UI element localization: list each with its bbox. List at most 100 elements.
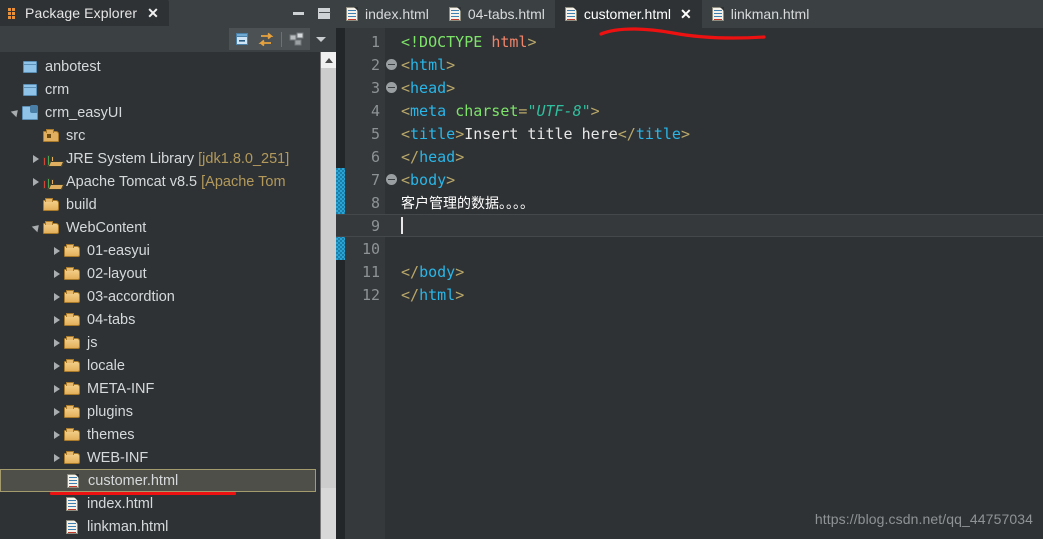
html-file-icon bbox=[64, 496, 82, 512]
package-explorer-titlebar: Package Explorer ✕ bbox=[0, 0, 336, 26]
tree-item[interactable]: anbotest bbox=[0, 55, 320, 78]
line-number: 7 bbox=[370, 170, 380, 189]
code-line[interactable]: 5 <title>Insert title here</title> bbox=[336, 122, 1043, 145]
code-editor[interactable]: 1 <!DOCTYPE html> 2 <html> 3 <head> 4 <meta cha… bbox=[336, 28, 1043, 539]
code-line[interactable]: 3 <head> bbox=[336, 76, 1043, 99]
editor-tab[interactable]: index.html bbox=[336, 0, 439, 28]
close-icon[interactable]: ✕ bbox=[680, 6, 692, 23]
code-line[interactable]: 2 <html> bbox=[336, 53, 1043, 76]
tree-item-label: src bbox=[66, 127, 86, 144]
tree-item[interactable]: index.html bbox=[0, 492, 320, 515]
close-icon[interactable]: ✕ bbox=[147, 6, 159, 20]
tree-item-label: 04-tabs bbox=[87, 311, 136, 328]
expand-arrow-closed-icon[interactable] bbox=[50, 339, 64, 347]
code-text: <!DOCTYPE html> bbox=[401, 32, 537, 51]
folder-icon bbox=[64, 243, 82, 259]
code-line[interactable]: 1 <!DOCTYPE html> bbox=[336, 30, 1043, 53]
expand-arrow-closed-icon[interactable] bbox=[50, 362, 64, 370]
tree-item[interactable]: 03-accordtion bbox=[0, 285, 320, 308]
tree-item[interactable]: build bbox=[0, 193, 320, 216]
code-line[interactable]: 12 </html> bbox=[336, 283, 1043, 306]
code-text: </head> bbox=[401, 147, 465, 166]
tree-item[interactable]: Apache Tomcat v8.5 [Apache Tom bbox=[0, 170, 320, 193]
package-explorer-body: anbotest crm crm_easyUIsrc JRE System Libra… bbox=[0, 52, 337, 539]
expand-arrow-closed-icon[interactable] bbox=[50, 316, 64, 324]
tree-item[interactable]: 02-layout bbox=[0, 262, 320, 285]
code-lines[interactable]: 1 <!DOCTYPE html> 2 <html> 3 <head> 4 <meta cha… bbox=[336, 28, 1043, 306]
tree-item-label: WebContent bbox=[66, 219, 147, 236]
java-project-icon bbox=[22, 104, 40, 121]
code-text: <title>Insert title here</title> bbox=[401, 124, 690, 143]
fold-collapse-icon[interactable] bbox=[385, 82, 397, 93]
editor-area: index.html 04-tabs.html customer.html ✕ link… bbox=[336, 0, 1043, 539]
view-window-controls bbox=[293, 0, 331, 26]
tree-item-label: Apache Tomcat v8.5 [Apache Tom bbox=[66, 173, 286, 190]
expand-arrow-closed-icon[interactable] bbox=[50, 385, 64, 393]
line-number: 2 bbox=[370, 55, 380, 74]
tree-item[interactable]: src bbox=[0, 124, 320, 147]
tree-item-label: 01-easyui bbox=[87, 242, 150, 259]
fold-collapse-icon[interactable] bbox=[385, 174, 397, 185]
package-explorer-tab[interactable]: Package Explorer ✕ bbox=[0, 0, 169, 26]
code-text: <body> bbox=[401, 170, 456, 189]
tree-item[interactable]: themes bbox=[0, 423, 320, 446]
code-line[interactable]: 8 客户管理的数据。。。。 bbox=[336, 191, 1043, 214]
code-line[interactable]: 9 bbox=[336, 214, 1043, 237]
expand-arrow-closed-icon[interactable] bbox=[50, 293, 64, 301]
minimize-icon[interactable] bbox=[293, 11, 304, 15]
expand-arrow-open-icon[interactable] bbox=[8, 110, 22, 116]
scroll-up-arrow-icon[interactable] bbox=[321, 52, 336, 68]
code-line[interactable]: 4 <meta charset="UTF-8"> bbox=[336, 99, 1043, 122]
editor-tab[interactable]: linkman.html bbox=[702, 0, 820, 28]
chevron-down-icon[interactable] bbox=[310, 28, 332, 50]
editor-tab-active[interactable]: customer.html ✕ bbox=[554, 0, 702, 28]
project-tree[interactable]: anbotest crm crm_easyUIsrc JRE System Libra… bbox=[0, 52, 320, 539]
tree-item[interactable]: 04-tabs bbox=[0, 308, 320, 331]
html-file-icon bbox=[346, 6, 360, 22]
maximize-icon[interactable] bbox=[318, 7, 331, 19]
eclipse-ide-window: Package Explorer ✕ anbotest crm crm_easy… bbox=[0, 0, 1043, 539]
expand-arrow-closed-icon[interactable] bbox=[50, 454, 64, 462]
tree-item[interactable]: locale bbox=[0, 354, 320, 377]
tree-item-label: index.html bbox=[87, 495, 154, 512]
tree-item[interactable]: js bbox=[0, 331, 320, 354]
link-with-editor-icon[interactable] bbox=[254, 28, 278, 50]
tree-item-label: customer.html bbox=[88, 472, 179, 489]
tree-item[interactable]: crm_easyUI bbox=[0, 101, 320, 124]
tree-vertical-scrollbar[interactable] bbox=[320, 52, 337, 539]
tree-item[interactable]: 01-easyui bbox=[0, 239, 320, 262]
library-icon bbox=[43, 174, 61, 190]
package-explorer-toolbar bbox=[0, 26, 336, 52]
code-line[interactable]: 11 </body> bbox=[336, 260, 1043, 283]
code-line[interactable]: 7 <body> bbox=[336, 168, 1043, 191]
project-closed-icon bbox=[22, 82, 40, 98]
editor-tab[interactable]: 04-tabs.html bbox=[439, 0, 555, 28]
code-line[interactable]: 6 </head> bbox=[336, 145, 1043, 168]
tree-item[interactable]: WEB-INF bbox=[0, 446, 320, 469]
tree-item-label: JRE System Library [jdk1.8.0_251] bbox=[66, 150, 290, 167]
expand-arrow-closed-icon[interactable] bbox=[29, 155, 43, 163]
scrollbar-thumb[interactable] bbox=[321, 68, 337, 488]
tree-item[interactable]: JRE System Library [jdk1.8.0_251] bbox=[0, 147, 320, 170]
text-cursor bbox=[401, 216, 403, 234]
code-text: <html> bbox=[401, 55, 456, 74]
expand-arrow-closed-icon[interactable] bbox=[50, 408, 64, 416]
line-number: 12 bbox=[361, 285, 380, 304]
tree-item[interactable]: WebContent bbox=[0, 216, 320, 239]
tree-item-selected[interactable]: customer.html bbox=[0, 469, 316, 492]
tree-item[interactable]: crm bbox=[0, 78, 320, 101]
tree-item[interactable]: plugins bbox=[0, 400, 320, 423]
tree-item[interactable]: linkman.html bbox=[0, 515, 320, 538]
fold-collapse-icon[interactable] bbox=[385, 59, 397, 70]
tree-item[interactable]: META-INF bbox=[0, 377, 320, 400]
view-menu-icon[interactable] bbox=[285, 28, 309, 50]
expand-arrow-closed-icon[interactable] bbox=[50, 247, 64, 255]
editor-tab-bar[interactable]: index.html 04-tabs.html customer.html ✕ link… bbox=[336, 0, 1043, 28]
expand-arrow-closed-icon[interactable] bbox=[50, 270, 64, 278]
expand-arrow-closed-icon[interactable] bbox=[29, 178, 43, 186]
expand-arrow-closed-icon[interactable] bbox=[50, 431, 64, 439]
source-folder-icon bbox=[43, 128, 61, 144]
expand-arrow-open-icon[interactable] bbox=[29, 225, 43, 231]
code-line[interactable]: 10 bbox=[336, 237, 1043, 260]
collapse-all-icon[interactable] bbox=[230, 28, 254, 50]
